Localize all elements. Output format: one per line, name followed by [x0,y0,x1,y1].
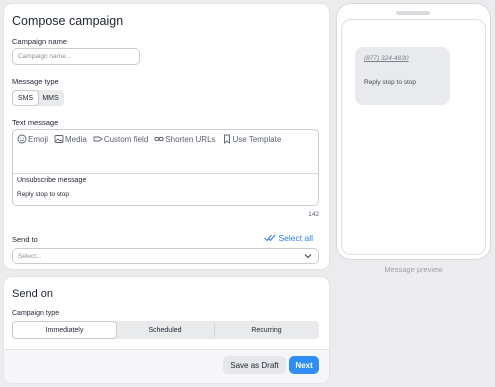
phone-screen: (877) 324-4830 Reply stop to stop [341,19,486,255]
send-to-select[interactable]: Select... [12,248,319,264]
campaign-name-input[interactable]: Campaign name... [12,48,140,65]
use-template-button[interactable]: Use Template [222,134,282,144]
message-preview-label: Message preview [384,265,443,274]
send-to-label: Send to [12,235,38,244]
campaign-type-recurring[interactable]: Recurring [215,322,318,338]
use-template-label: Use Template [232,134,282,144]
message-type-sms[interactable]: SMS [13,91,38,105]
media-label: Media [65,134,87,144]
message-type-toggle: SMS MMS [12,90,64,106]
compose-title: Compose campaign [12,14,124,28]
campaign-type-label: Campaign type [12,310,60,317]
media-button[interactable]: Media [54,134,87,144]
custom-field-button[interactable]: Custom field [93,134,148,144]
next-button[interactable]: Next [289,356,319,374]
select-all-link[interactable]: Select all [263,233,314,243]
message-type-mms[interactable]: MMS [38,91,63,105]
character-count: 142 [308,211,319,218]
send-on-title: Send on [12,288,53,300]
campaign-type-scheduled[interactable]: Scheduled [116,322,215,338]
text-message-label: Text message [12,118,59,127]
send-on-card: Send on Campaign type Immediately Schedu… [4,277,329,383]
campaign-name-placeholder: Campaign name... [18,53,72,60]
emoji-icon [17,134,27,144]
unsubscribe-title: Unsubscribe message [17,177,87,184]
shorten-urls-label: Shorten URLs [165,134,216,144]
tag-icon [93,136,103,142]
bookmark-icon [223,134,230,144]
shorten-urls-button[interactable]: Shorten URLs [154,134,216,144]
preview-phone-number: (877) 324-4830 [364,55,409,62]
double-check-icon [263,234,275,242]
custom-field-label: Custom field [103,134,149,144]
link-icon [154,137,164,141]
phone-notch [396,11,430,15]
save-as-draft-button[interactable]: Save as Draft [223,356,286,374]
send-to-placeholder: Select... [18,252,42,260]
phone-preview: (877) 324-4830 Reply stop to stop [337,4,490,259]
editor-divider [13,173,318,174]
compose-campaign-card: Compose campaign Campaign name Campaign … [4,4,329,269]
campaign-name-label: Campaign name [12,37,68,46]
preview-message-text: Reply stop to stop [364,79,417,86]
chevron-down-icon [304,254,312,259]
emoji-label: Emoji [28,134,49,144]
campaign-type-toggle: Immediately Scheduled Recurring [12,321,319,339]
text-message-editor[interactable]: Emoji Media Custom field Shorten URLs Us… [12,129,319,206]
select-all-label: Select all [278,233,314,243]
emoji-button[interactable]: Emoji [17,134,48,144]
message-type-label: Message type [12,77,59,86]
unsubscribe-text: Reply stop to stop [17,191,70,198]
editor-toolbar: Emoji Media Custom field Shorten URLs Us… [17,134,281,144]
campaign-type-immediately[interactable]: Immediately [13,322,116,338]
message-bubble: (877) 324-4830 Reply stop to stop [355,47,450,105]
image-icon [54,135,64,143]
